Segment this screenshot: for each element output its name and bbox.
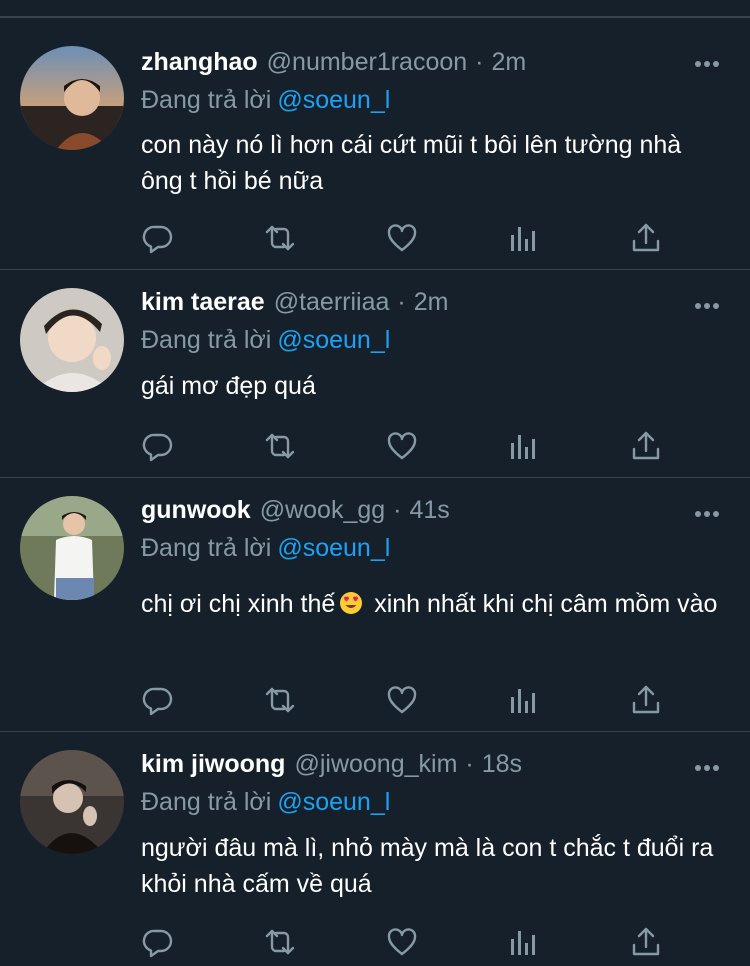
reply-icon[interactable] xyxy=(141,429,175,463)
replying-label: Đang trả lời xyxy=(141,86,272,114)
separator-dot: · xyxy=(465,750,474,778)
retweet-icon[interactable] xyxy=(263,925,297,959)
heart-icon[interactable] xyxy=(385,925,419,959)
timestamp[interactable]: 18s xyxy=(482,750,522,779)
more-icon[interactable] xyxy=(694,302,720,310)
replying-label: Đang trả lời xyxy=(141,534,272,562)
replying-mention[interactable]: @soeun_l xyxy=(277,86,390,114)
replying-to: Đang trả lời @soeun_l xyxy=(141,86,390,115)
more-icon[interactable] xyxy=(694,60,720,68)
display-name[interactable]: kim taerae xyxy=(141,288,265,317)
display-name[interactable]: zhanghao xyxy=(141,48,258,77)
user-handle[interactable]: @jiwoong_kim xyxy=(294,750,457,779)
reply-icon[interactable] xyxy=(141,683,175,717)
more-icon[interactable] xyxy=(694,510,720,518)
heart-icon[interactable] xyxy=(385,683,419,717)
reply-icon[interactable] xyxy=(141,221,175,255)
analytics-icon[interactable] xyxy=(507,429,541,463)
retweet-icon[interactable] xyxy=(263,683,297,717)
timestamp[interactable]: 41s xyxy=(410,496,450,525)
avatar[interactable] xyxy=(20,288,124,392)
analytics-icon[interactable] xyxy=(507,683,541,717)
avatar[interactable] xyxy=(20,46,124,150)
replying-mention[interactable]: @soeun_l xyxy=(277,534,390,562)
tweet-actions xyxy=(0,925,750,959)
share-icon[interactable] xyxy=(629,925,663,959)
share-icon[interactable] xyxy=(629,221,663,255)
avatar[interactable] xyxy=(20,496,124,600)
tweet-actions xyxy=(0,429,750,463)
display-name[interactable]: gunwook xyxy=(141,496,251,525)
tweet-text-continuation: xinh nhất khi chị câm mồm vào xyxy=(367,590,718,618)
tweet-text-body: con này nó lì hơn cái cứt mũi t bôi lên … xyxy=(141,131,682,195)
tweet-3[interactable]: gunwook @wook_gg · 41s Đang trả lời @soeu… xyxy=(0,478,750,732)
replying-to: Đang trả lời @soeun_l xyxy=(141,534,390,563)
user-handle[interactable]: @number1racoon xyxy=(267,48,468,77)
separator-dot: · xyxy=(393,496,402,524)
replying-label: Đang trả lời xyxy=(141,788,272,816)
reply-icon[interactable] xyxy=(141,925,175,959)
analytics-icon[interactable] xyxy=(507,221,541,255)
replying-mention[interactable]: @soeun_l xyxy=(277,326,390,354)
heart-eyes-emoji-icon xyxy=(340,592,363,614)
retweet-icon[interactable] xyxy=(263,429,297,463)
share-icon[interactable] xyxy=(629,429,663,463)
more-icon[interactable] xyxy=(694,764,720,772)
tweet-text-body: người đâu mà lì, nhỏ mày mà là con t chắ… xyxy=(141,834,714,898)
analytics-icon[interactable] xyxy=(507,925,541,959)
replying-mention[interactable]: @soeun_l xyxy=(277,788,390,816)
tweet-4[interactable]: kim jiwoong @jiwoong_kim · 18s Đang trả … xyxy=(0,732,750,966)
tweet-text-body: chị ơi chị xinh thế xyxy=(141,590,336,618)
user-handle[interactable]: @wook_gg xyxy=(260,496,385,525)
tweet-1[interactable]: zhanghao @number1racoon · 2m Đang trả lờ… xyxy=(0,0,750,270)
timestamp[interactable]: 2m xyxy=(414,288,449,317)
tweet-text: chị ơi chị xinh thế xinh nhất khi chị câ… xyxy=(141,586,726,622)
tweet-text: người đâu mà lì, nhỏ mày mà là con t chắ… xyxy=(141,830,726,902)
heart-icon[interactable] xyxy=(385,221,419,255)
share-icon[interactable] xyxy=(629,683,663,717)
tweet-text-body: gái mơ đẹp quá xyxy=(141,372,316,400)
timestamp[interactable]: 2m xyxy=(492,48,527,77)
user-handle[interactable]: @taerriiaa xyxy=(274,288,390,317)
tweet-text: con này nó lì hơn cái cứt mũi t bôi lên … xyxy=(141,127,726,199)
tweet-2[interactable]: kim taerae @taerriiaa · 2m Đang trả lời @… xyxy=(0,270,750,478)
replying-to: Đang trả lời @soeun_l xyxy=(141,326,390,355)
replying-label: Đang trả lời xyxy=(141,326,272,354)
separator-dot: · xyxy=(475,48,484,76)
heart-icon[interactable] xyxy=(385,429,419,463)
tweet-text: gái mơ đẹp quá xyxy=(141,368,726,404)
replying-to: Đang trả lời @soeun_l xyxy=(141,788,390,817)
tweet-actions xyxy=(0,221,750,255)
retweet-icon[interactable] xyxy=(263,221,297,255)
avatar[interactable] xyxy=(20,750,124,854)
separator-dot: · xyxy=(397,288,406,316)
tweet-actions xyxy=(0,683,750,717)
display-name[interactable]: kim jiwoong xyxy=(141,750,285,779)
